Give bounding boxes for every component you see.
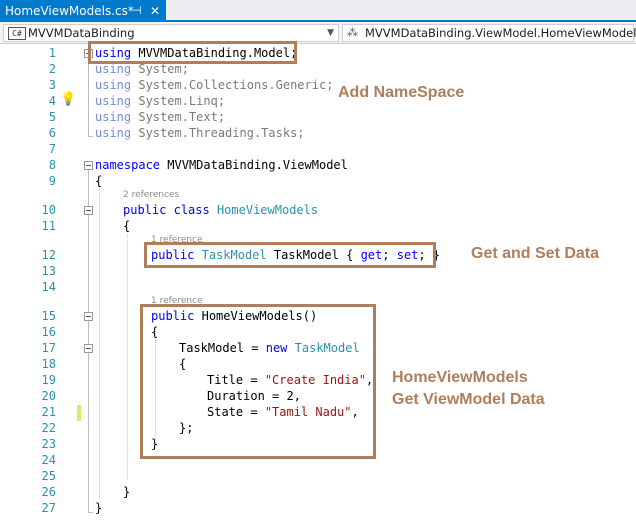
collapse-icon[interactable]: [84, 312, 93, 321]
scope-name: MVVMDataBinding.ViewModel.HomeViewModels: [365, 26, 636, 40]
change-marker: [77, 405, 81, 421]
line-number: 10: [41, 203, 56, 217]
code-editor[interactable]: 1 2 3 4 5 6 7 8 9 10 11 12 13 14 15 16 1…: [0, 41, 636, 521]
scope-dropdown[interactable]: ⁂ MVVMDataBinding.ViewModel.HomeViewMode…: [342, 24, 636, 42]
line-number: 27: [41, 501, 56, 515]
annotation-box-constructor: [140, 304, 376, 459]
codelens-references[interactable]: 2 references: [123, 190, 179, 200]
line-number: 16: [41, 325, 56, 339]
line-number: 14: [41, 280, 56, 294]
keyword: using: [95, 110, 132, 124]
line-number: 12: [41, 248, 56, 262]
line-number: 4: [48, 94, 56, 108]
annotation-get-set-data: Get and Set Data: [471, 245, 600, 262]
keyword: using: [95, 126, 132, 140]
line-number: 9: [48, 174, 56, 188]
code-line-8: namespace MVVMDataBinding.ViewModel: [95, 157, 348, 173]
line-number: 24: [41, 453, 56, 467]
type-name: HomeViewModels: [216, 203, 319, 217]
chevron-down-icon: ▼: [327, 28, 334, 38]
line-number: 3: [48, 78, 56, 92]
fold-end: [88, 136, 93, 137]
namespace-name: System.Linq;: [138, 94, 226, 108]
keyword: class: [173, 203, 210, 217]
code-line-5: using System.Text;: [95, 109, 225, 125]
code-line-3: using System.Collections.Generic;: [95, 77, 333, 93]
namespace-name: System.Text;: [138, 110, 226, 124]
line-number: 11: [41, 219, 56, 233]
code-line-27: }: [95, 501, 103, 515]
indent-guide: [99, 189, 100, 499]
collapse-icon[interactable]: [84, 344, 93, 353]
tab-title: HomeViewModels.cs*: [5, 4, 134, 18]
document-tab[interactable]: HomeViewModels.cs* ⊣ ✕: [0, 0, 166, 22]
keyword: using: [95, 78, 132, 92]
code-line-10: public class HomeViewModels: [123, 202, 318, 218]
line-number: 8: [48, 158, 56, 172]
collapse-icon[interactable]: [84, 161, 93, 170]
line-number: 26: [41, 485, 56, 499]
annotation-box-namespace: [88, 41, 297, 64]
collapse-icon[interactable]: [84, 206, 93, 215]
indent-guide: [127, 234, 128, 479]
code-line-6: using System.Threading.Tasks;: [95, 125, 305, 141]
close-icon[interactable]: ✕: [150, 0, 160, 22]
annotation-box-getset: [144, 242, 436, 268]
namespace-name: System.Collections.Generic;: [138, 78, 334, 92]
line-number: 6: [48, 126, 56, 140]
code-line-4: using System.Linq;: [95, 93, 225, 109]
project-dropdown[interactable]: C# MVVMDataBinding ▼: [3, 24, 339, 42]
namespace-name: MVVMDataBinding.ViewModel: [167, 158, 348, 172]
project-name: MVVMDataBinding: [28, 26, 135, 40]
fold-guide: [88, 170, 89, 512]
lightbulb-icon[interactable]: 💡: [60, 92, 76, 107]
annotation-get-viewmodel-data: Get ViewModel Data: [392, 391, 545, 408]
namespace-name: System;: [138, 62, 189, 76]
document-tab-strip: HomeViewModels.cs* ⊣ ✕: [0, 0, 636, 22]
line-number: 25: [41, 469, 56, 483]
line-number: 19: [41, 373, 56, 387]
line-number: 23: [41, 437, 56, 451]
line-number: 2: [48, 62, 56, 76]
line-number-gutter: 1 2 3 4 5 6 7 8 9 10 11 12 13 14 15 16 1…: [0, 44, 60, 521]
code-line-9: {: [95, 174, 103, 188]
line-number: 22: [41, 421, 56, 435]
line-number: 7: [48, 142, 56, 156]
line-number: 5: [48, 110, 56, 124]
code-line-26: }: [123, 485, 131, 499]
line-number: 1: [48, 46, 56, 60]
keyword: namespace: [95, 158, 161, 172]
code-line-11: {: [123, 219, 131, 233]
line-number: 13: [41, 264, 56, 278]
line-number: 20: [41, 389, 56, 403]
pin-icon[interactable]: ⊣: [132, 0, 142, 22]
annotation-add-namespace: Add NameSpace: [338, 84, 465, 101]
csharp-project-icon: C#: [8, 27, 26, 40]
line-number: 17: [41, 341, 56, 355]
line-number: 21: [41, 405, 56, 419]
fold-guide: [88, 58, 89, 136]
line-number: 18: [41, 357, 56, 371]
line-number: 15: [41, 309, 56, 323]
class-icon: ⁂: [347, 26, 358, 39]
keyword: using: [95, 62, 132, 76]
fold-end: [88, 512, 93, 513]
keyword: public: [123, 203, 167, 217]
namespace-name: System.Threading.Tasks;: [138, 126, 305, 140]
keyword: using: [95, 94, 132, 108]
annotation-homeviewmodels: HomeViewModels: [392, 369, 528, 386]
